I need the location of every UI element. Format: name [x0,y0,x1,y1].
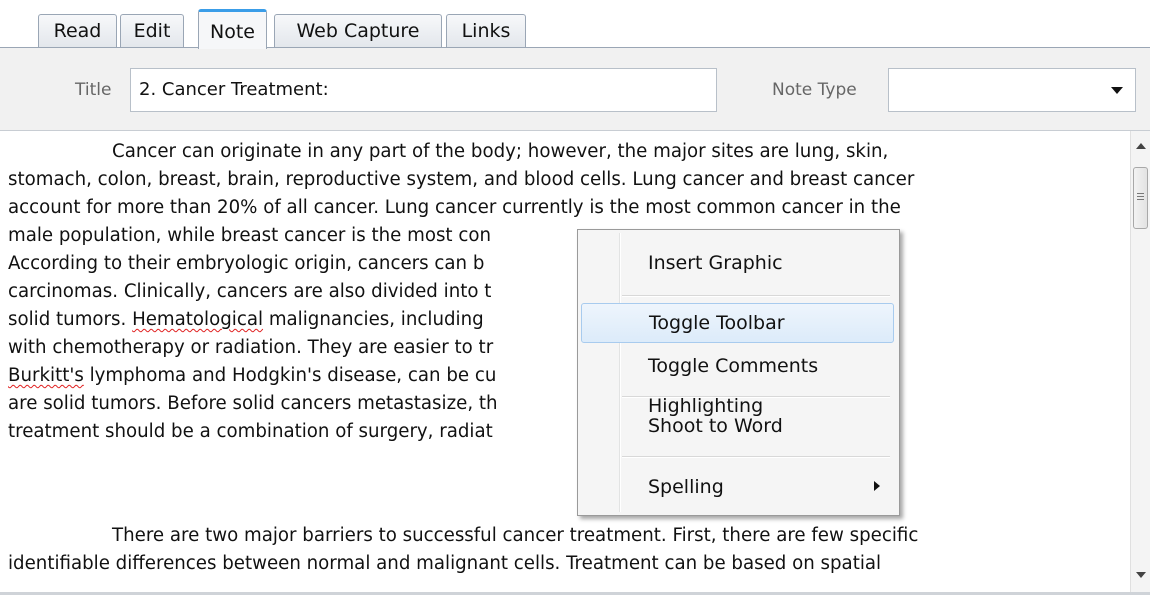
tab-links[interactable]: Links [446,14,526,47]
scroll-up-arrow-icon[interactable] [1136,143,1146,149]
menu-separator [622,397,890,398]
menu-separator [622,296,890,297]
menu-item-spelling[interactable]: Spelling [581,467,894,507]
tab-note[interactable]: Note [198,9,267,49]
context-menu: Insert Graphic Toggle Toolbar Toggle Com… [577,229,900,516]
note-header-panel: Title 2. Cancer Treatment: Note Type [0,48,1150,131]
menu-item-shoot-to-word[interactable]: Shoot to Word [581,406,894,446]
text-line: lymphoma and Hodgkin's disease, can be c… [83,365,497,386]
tab-edit[interactable]: Edit [120,14,184,47]
menu-item-toggle-comments-highlighting[interactable]: Toggle Comments Highlighting [581,346,894,417]
chevron-down-icon[interactable] [1111,87,1123,94]
text-line: malignancies, including [263,309,484,330]
text-line: with chemotherapy or radiation. They are… [8,337,494,358]
misspelled-word[interactable]: Burkitt's [8,365,84,386]
text-line: stomach, colon, breast, brain, reproduct… [8,169,915,190]
text-line: account for more than 20% of all cancer.… [8,197,901,218]
text-line: solid tumors. [8,309,133,330]
text-line: identifiable differences between normal … [8,553,882,574]
text-line: male population, while breast cancer is … [8,225,491,246]
scrollbar-thumb[interactable] [1133,167,1148,229]
scroll-down-arrow-icon[interactable] [1136,572,1146,578]
text-line: There are two major barriers to successf… [112,525,919,546]
note-type-label: Note Type [772,80,857,100]
text-line: are solid tumors. Before solid cancers m… [8,393,498,414]
tab-web-capture[interactable]: Web Capture [274,14,442,47]
note-editor[interactable]: Cancer can originate in any part of the … [0,131,1130,592]
tab-strip: Read Edit Note Web Capture Links [0,0,1169,49]
paragraph-2: There are two major barriers to successf… [8,522,1048,578]
text-line: carcinomas. Clinically, cancers are also… [8,281,492,302]
title-label: Title [75,80,112,100]
submenu-arrow-icon [874,481,880,491]
text-line: treatment should be a combination of sur… [8,421,493,442]
bottom-border [0,592,1150,595]
vertical-scrollbar[interactable] [1130,131,1150,592]
menu-separator [622,457,890,458]
text-line: According to their embryologic origin, c… [8,253,485,274]
grip-line [1137,193,1144,194]
title-input[interactable]: 2. Cancer Treatment: [130,68,717,112]
grip-line [1137,196,1144,197]
menu-item-toggle-toolbar[interactable]: Toggle Toolbar [581,303,894,343]
tab-read[interactable]: Read [38,14,117,47]
menu-item-spelling-label: Spelling [648,476,724,498]
text-line: Cancer can originate in any part of the … [112,141,889,162]
menu-item-insert-graphic[interactable]: Insert Graphic [581,243,894,283]
note-type-dropdown[interactable] [888,68,1136,112]
grip-line [1137,199,1144,200]
misspelled-word[interactable]: Hematological [132,309,263,330]
